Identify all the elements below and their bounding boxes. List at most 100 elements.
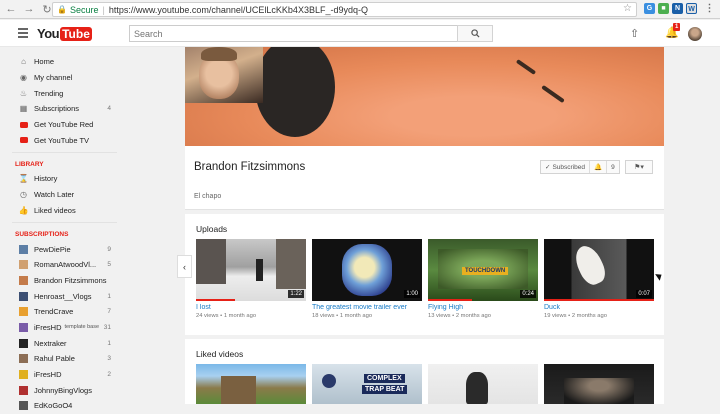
address-separator: | — [102, 4, 105, 15]
notification-settings-icon[interactable]: 🔔 — [590, 161, 608, 173]
subscription-count: 9 — [107, 245, 111, 253]
sidebar-item-subscriptions[interactable]: ▦ Subscriptions 4 — [0, 101, 129, 117]
subscription-label: PewDiePie — [34, 244, 71, 254]
sidebar-subscription-item[interactable]: iFresHD 2 — [0, 367, 129, 383]
subscription-label: TrendCrave — [34, 307, 74, 317]
shelf-prev-button[interactable]: ‹ — [177, 255, 192, 278]
sidebar-item-home[interactable]: ⌂ Home — [0, 54, 129, 70]
video-title[interactable]: Duck — [544, 304, 654, 311]
sidebar-subscription-item[interactable]: Nextraker 1 — [0, 335, 129, 351]
video-card[interactable]: TOUCHDOWN 0:24 Flying High 13 views • 2 … — [428, 239, 538, 319]
subscription-count: 1 — [107, 339, 111, 347]
channel-banner — [185, 47, 664, 146]
sidebar-subscription-item[interactable]: PewDiePie 9 — [0, 241, 129, 257]
subscription-count: 5 — [107, 261, 111, 269]
channel-avatar-icon — [19, 275, 28, 285]
sidebar-subscription-item[interactable]: iFresHD template base 31 — [0, 320, 129, 336]
subscriptions-heading: SUBSCRIPTIONS — [15, 230, 69, 238]
sidebar-item-history[interactable]: ⌛ History — [0, 171, 129, 187]
video-duration: 1:22 — [288, 290, 304, 298]
youtube-tv-icon — [19, 136, 28, 145]
video-thumbnail[interactable] — [196, 364, 306, 404]
sidebar-subscription-item[interactable]: Rahul Pable 3 — [0, 351, 129, 367]
flag-menu-button[interactable]: ⚑▾ — [625, 160, 653, 174]
sidebar-subscription-item[interactable]: RomanAtwoodVl... 5 — [0, 257, 129, 273]
thumbnail-text: TOUCHDOWN — [462, 267, 509, 275]
video-card[interactable]: 1:22 I lost 24 views • 1 month ago — [196, 239, 306, 319]
video-thumbnail[interactable] — [544, 364, 654, 404]
subscribed-button[interactable]: ✓ Subscribed 🔔 9 — [540, 160, 620, 174]
video-views: 18 views — [312, 313, 335, 319]
sidebar-subscription-item[interactable]: JohnnyBingVlogs — [0, 382, 129, 398]
sidebar-item-my-channel[interactable]: ◉ My channel — [0, 70, 129, 86]
youtube-logo[interactable]: You Tube — [37, 26, 92, 41]
subscription-label: iFresHD — [34, 322, 62, 332]
sidebar-subscription-item[interactable]: TrendCrave 7 — [0, 304, 129, 320]
video-title[interactable]: The greatest movie trailer ever — [312, 304, 422, 311]
video-duration: 0:24 — [520, 290, 536, 298]
channel-avatar-icon — [19, 244, 28, 254]
video-age: 2 months ago — [571, 313, 607, 319]
search-button[interactable] — [457, 25, 493, 42]
chevron-left-icon: ‹ — [183, 261, 186, 272]
sidebar-subscription-item[interactable]: Brandon Fitzsimmons — [0, 273, 129, 289]
video-views: 24 views — [196, 313, 219, 319]
video-thumbnail[interactable]: 1:22 — [196, 239, 306, 301]
video-age: 1 month ago — [339, 313, 373, 319]
browser-toolbar: ← → ↻ 🔒 Secure | https://www.youtube.com… — [0, 0, 720, 19]
sidebar-subscription-item[interactable]: Henroast__Vlogs 1 — [0, 288, 129, 304]
video-title[interactable]: Flying High — [428, 304, 538, 311]
video-duration: 1:00 — [404, 290, 420, 298]
sidebar-subscription-item[interactable]: EdKoGoO4 — [0, 398, 129, 414]
sidebar-item-youtube-tv[interactable]: Get YouTube TV — [0, 132, 129, 148]
sidebar-item-trending[interactable]: ♨ Trending — [0, 85, 129, 101]
sidebar-item-liked-videos[interactable]: 👍 Liked videos — [0, 203, 129, 219]
search-input[interactable] — [129, 25, 458, 42]
lock-icon: 🔒 — [57, 5, 67, 14]
liked-videos-title[interactable]: Liked videos — [196, 349, 243, 359]
subscriber-count: 9 — [611, 163, 615, 171]
thumbnail-text: TRAP BEAT — [362, 385, 408, 394]
sidebar-item-youtube-red[interactable]: Get YouTube Red — [0, 117, 129, 133]
video-age: 1 month ago — [223, 313, 257, 319]
video-title[interactable]: I lost — [196, 304, 306, 311]
extension-icon[interactable]: W — [686, 3, 697, 14]
sidebar-item-watch-later[interactable]: ◷ Watch Later — [0, 187, 129, 203]
subscription-label: JohnnyBingVlogs — [34, 385, 92, 395]
subscribed-label: ✓ Subscribed — [541, 161, 590, 173]
video-meta: 19 views • 2 months ago — [544, 313, 607, 319]
search-icon — [470, 29, 480, 38]
person-icon: ◉ — [20, 73, 27, 83]
sidebar-item-label: My channel — [34, 73, 73, 83]
address-bar[interactable]: 🔒 Secure | https://www.youtube.com/chann… — [52, 2, 637, 17]
extension-icon[interactable]: G — [644, 3, 655, 14]
video-card[interactable]: 0:07 Duck 19 views • 2 months ago — [544, 239, 654, 319]
sidebar-item-label: Trending — [34, 88, 64, 98]
video-card[interactable]: 1:00 The greatest movie trailer ever 18 … — [312, 239, 422, 319]
channel-name[interactable]: Brandon Fitzsimmons — [194, 161, 305, 173]
subscription-count: 2 — [107, 371, 111, 379]
subscription-label: Rahul Pable — [34, 354, 75, 364]
bookmark-star-icon[interactable]: ☆ — [623, 3, 632, 14]
video-duration: 0:07 — [636, 290, 652, 298]
account-avatar[interactable] — [688, 27, 702, 41]
channel-avatar[interactable] — [185, 47, 263, 103]
upload-icon[interactable]: ⇧ — [630, 27, 639, 40]
video-thumbnail[interactable]: 1:00 — [312, 239, 422, 301]
hamburger-menu-icon[interactable] — [18, 28, 28, 38]
extension-icon[interactable]: N — [672, 3, 683, 14]
forward-icon[interactable]: → — [22, 2, 36, 16]
chrome-menu-icon[interactable]: ⋮ — [704, 3, 715, 14]
thumbnail-text: COMPLEX — [364, 374, 405, 383]
extension-icon[interactable]: ■ — [658, 3, 669, 14]
video-thumbnail[interactable]: 0:07 — [544, 239, 654, 301]
back-icon[interactable]: ← — [4, 2, 18, 16]
video-thumbnail[interactable] — [428, 364, 538, 404]
video-thumbnail[interactable]: COMPLEX TRAP BEAT — [312, 364, 422, 404]
channel-description: El chapo — [194, 193, 222, 200]
channel-avatar-icon — [19, 291, 28, 301]
video-thumbnail[interactable]: TOUCHDOWN 0:24 — [428, 239, 538, 301]
video-views: 19 views — [544, 313, 567, 319]
subscription-label: Nextraker — [34, 338, 67, 348]
uploads-title[interactable]: Uploads — [196, 224, 227, 234]
